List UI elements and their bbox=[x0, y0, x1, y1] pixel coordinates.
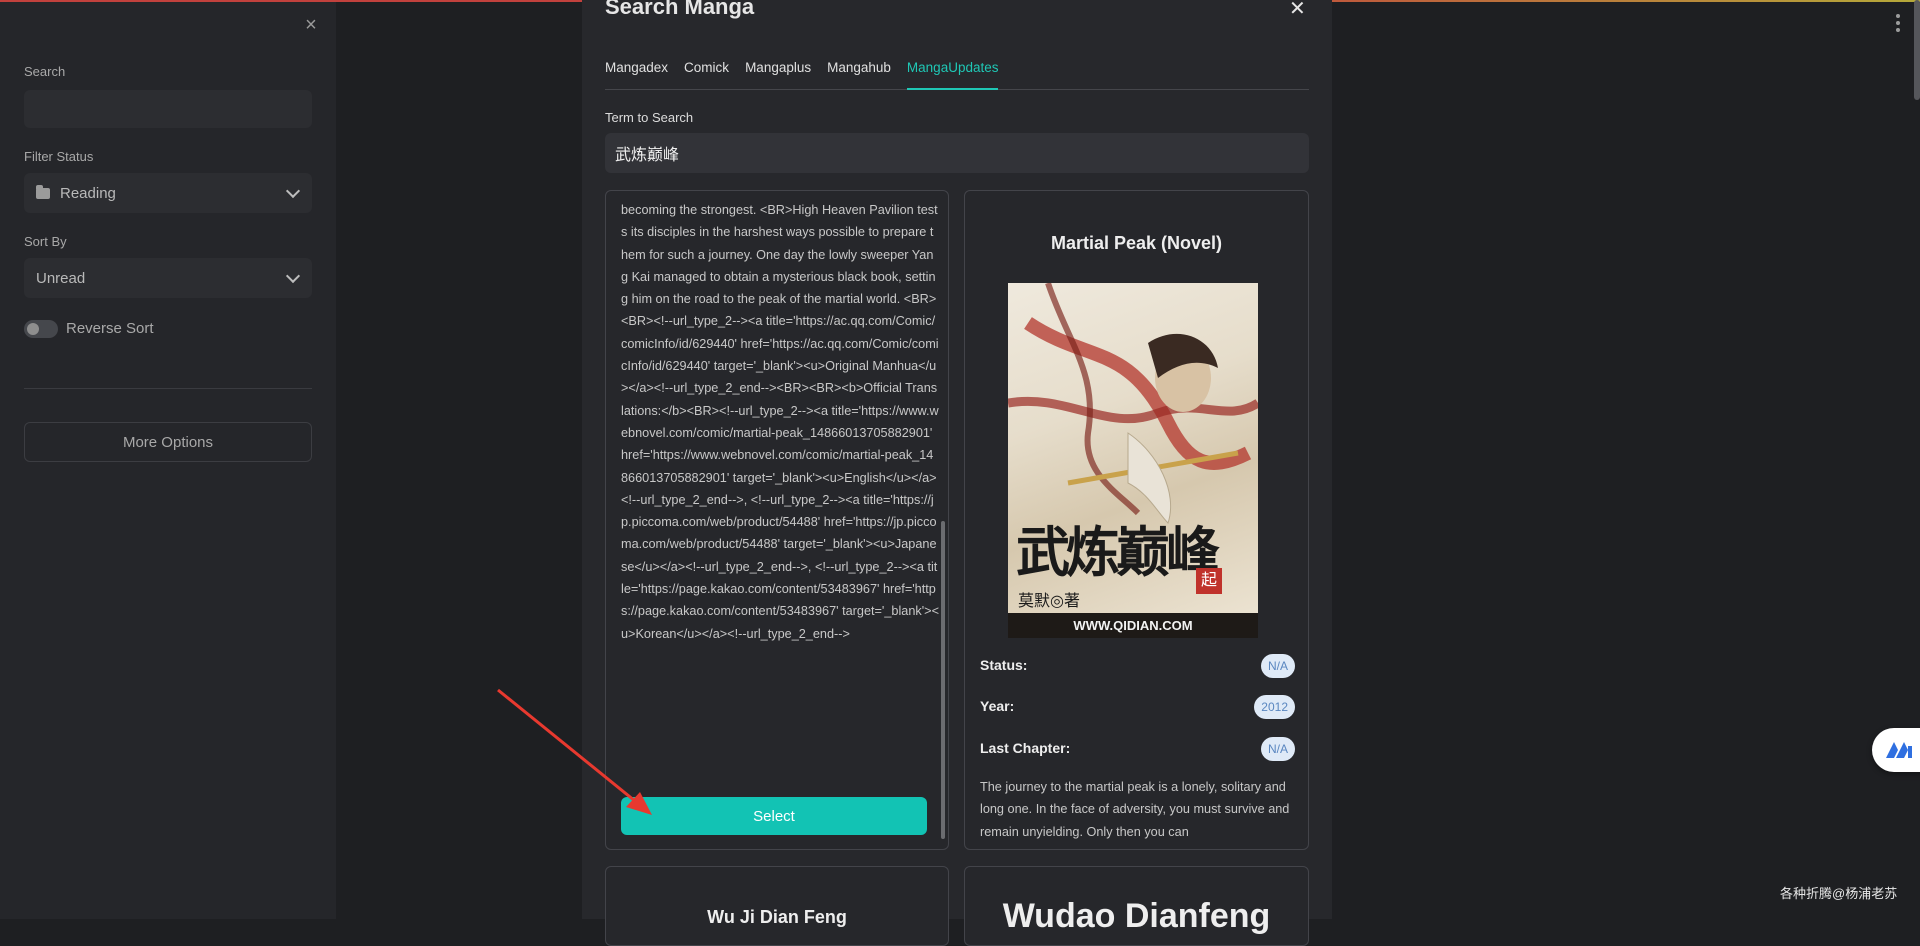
tab-mangaupdates[interactable]: MangaUpdates bbox=[906, 58, 999, 90]
card-scrollbar[interactable] bbox=[941, 521, 945, 839]
tab-mangadex[interactable]: Mangadex bbox=[605, 58, 668, 90]
reverse-sort-label: Reverse Sort bbox=[66, 320, 154, 337]
status-label: Status: bbox=[980, 657, 1028, 673]
reverse-sort-toggle[interactable] bbox=[24, 320, 58, 338]
chevron-down-icon bbox=[285, 183, 301, 199]
last-chapter-badge: N/A bbox=[1260, 737, 1295, 761]
manga-title: Wudao Dianfeng bbox=[1002, 897, 1271, 935]
result-card: Wu Ji Dian Feng bbox=[605, 866, 949, 946]
tab-mangaplus[interactable]: Mangaplus bbox=[745, 58, 811, 90]
sidebar-divider bbox=[24, 388, 312, 389]
manga-title: Martial Peak (Novel) bbox=[1050, 233, 1223, 253]
term-to-search-label: Term to Search bbox=[605, 110, 694, 125]
result-card: becoming the strongest. <BR>High Heaven … bbox=[605, 190, 949, 850]
manga-title: Wu Ji Dian Feng bbox=[707, 907, 847, 927]
assistant-logo-icon bbox=[1886, 742, 1912, 758]
sidebar: × Search Filter Status Reading Sort By U… bbox=[0, 2, 336, 919]
more-options-button[interactable]: More Options bbox=[24, 422, 312, 462]
last-chapter-row: Last Chapter: N/A bbox=[980, 737, 1295, 763]
cover-title-text: 武炼巅峰 bbox=[1016, 520, 1220, 584]
search-manga-modal: Search Manga ✕ Mangadex Comick Mangaplus… bbox=[582, 0, 1332, 946]
close-sidebar-icon[interactable]: × bbox=[302, 15, 320, 35]
source-tabs: Mangadex Comick Mangaplus Mangahub Manga… bbox=[605, 58, 1309, 90]
more-menu-icon[interactable] bbox=[1896, 14, 1900, 35]
filter-status-label: Filter Status bbox=[24, 149, 94, 164]
select-button[interactable]: Select bbox=[621, 797, 927, 835]
folder-icon bbox=[36, 184, 50, 199]
result-card: Martial Peak (Novel) 武炼巅峰 起 莫默◎著 WWW.QID… bbox=[964, 190, 1309, 850]
tab-mangahub[interactable]: Mangahub bbox=[827, 58, 891, 90]
chevron-down-icon bbox=[285, 268, 301, 284]
synopsis-text: The journey to the martial peak is a lon… bbox=[980, 780, 1290, 839]
search-label: Search bbox=[24, 64, 66, 79]
status-badge: N/A bbox=[1260, 654, 1295, 678]
year-badge: 2012 bbox=[1254, 695, 1295, 719]
term-to-search-input[interactable]: 武炼巅峰 bbox=[605, 133, 1309, 173]
cover-image: 武炼巅峰 起 莫默◎著 WWW.QIDIAN.COM bbox=[1008, 283, 1258, 638]
filter-status-select[interactable]: Reading bbox=[24, 173, 312, 213]
result-card: Wudao Dianfeng bbox=[964, 866, 1309, 946]
filter-status-value: Reading bbox=[60, 184, 116, 202]
sort-by-value: Unread bbox=[36, 269, 86, 287]
cover-site-text: WWW.QIDIAN.COM bbox=[1008, 613, 1258, 638]
sort-by-select[interactable]: Unread bbox=[24, 258, 312, 298]
year-label: Year: bbox=[980, 698, 1015, 714]
close-icon[interactable]: ✕ bbox=[1289, 0, 1306, 21]
year-row: Year: 2012 bbox=[980, 695, 1295, 721]
page-scrollbar[interactable] bbox=[1914, 0, 1920, 100]
toggle-knob bbox=[27, 323, 39, 335]
search-input[interactable] bbox=[24, 90, 312, 128]
status-row: Status: N/A bbox=[980, 654, 1295, 680]
last-chapter-label: Last Chapter: bbox=[980, 740, 1071, 756]
cover-seal: 起 bbox=[1196, 568, 1222, 594]
result-description: becoming the strongest. <BR>High Heaven … bbox=[621, 203, 939, 641]
sort-by-label: Sort By bbox=[24, 234, 67, 249]
assistant-button[interactable] bbox=[1872, 728, 1920, 772]
cover-author-text: 莫默◎著 bbox=[1018, 593, 1080, 610]
modal-title: Search Manga bbox=[605, 0, 755, 19]
tab-comick[interactable]: Comick bbox=[684, 58, 729, 90]
watermark-text: 各种折腾@杨浦老苏 bbox=[1780, 886, 1898, 901]
